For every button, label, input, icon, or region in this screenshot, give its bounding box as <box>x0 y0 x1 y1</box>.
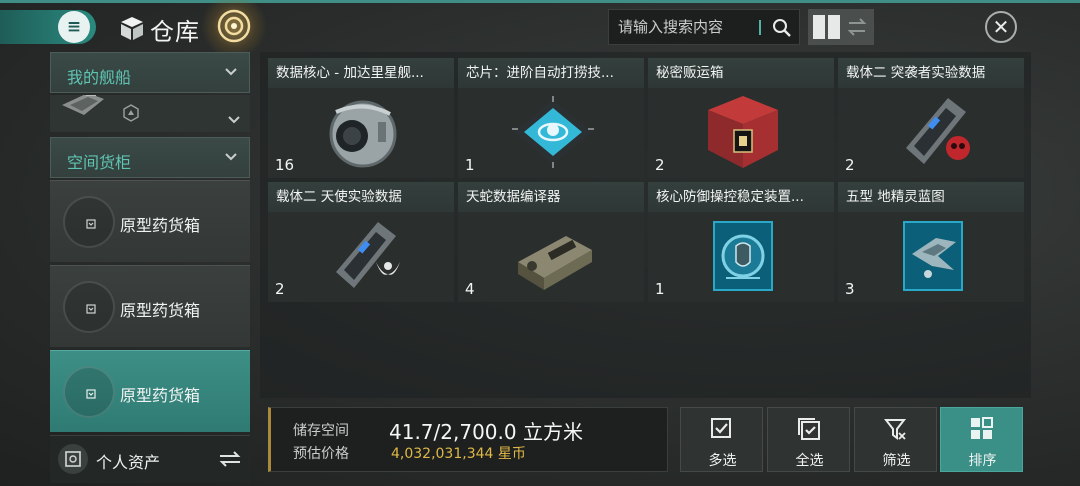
item-quantity: 2 <box>845 156 855 174</box>
search-cursor-divider <box>759 20 761 35</box>
menu-button[interactable]: ≡ <box>0 10 96 44</box>
item-card[interactable]: 载体二 天使实验数据 2 <box>268 182 454 302</box>
multi-select-icon <box>711 418 731 438</box>
section-cargo[interactable]: 空间货柜 <box>50 137 250 178</box>
ship-row[interactable] <box>50 95 250 132</box>
cargo-box-icon <box>86 304 96 314</box>
search-box[interactable] <box>608 9 800 45</box>
multi-select-button[interactable]: 多选 <box>680 407 763 472</box>
menu-icon: ≡ <box>58 11 90 43</box>
item-title: 核心防御操控稳定装置... <box>648 182 834 212</box>
item-title: 载体二 突袭者实验数据 <box>838 58 1024 88</box>
search-input[interactable] <box>609 10 759 44</box>
filter-icon <box>884 419 907 440</box>
filter-label: 筛选 <box>882 453 911 469</box>
view-toggle[interactable] <box>808 9 874 45</box>
item-card[interactable]: 天蛇数据编译器 4 <box>458 182 644 302</box>
sort-icon <box>971 417 993 439</box>
chevron-down-icon <box>225 153 237 161</box>
select-all-button[interactable]: 全选 <box>767 407 850 472</box>
item-title: 天蛇数据编译器 <box>458 182 644 212</box>
sort-button[interactable]: 排序 <box>940 407 1023 472</box>
item-card[interactable]: 五型 地精灵蓝图 3 <box>838 182 1024 302</box>
item-title: 载体二 天使实验数据 <box>268 182 454 212</box>
item-quantity: 4 <box>465 280 475 298</box>
close-icon[interactable]: ✕ <box>985 11 1017 43</box>
item-quantity: 16 <box>275 156 295 174</box>
item-quantity: 1 <box>465 156 475 174</box>
ship-badge-icon <box>123 104 139 122</box>
cargo-box-item[interactable]: 原型药货箱 <box>50 180 250 262</box>
filter-button[interactable]: 筛选 <box>854 407 937 472</box>
red-crate-icon <box>708 96 778 168</box>
item-card[interactable]: 数据核心 - 加达里星舰... 16 <box>268 58 454 178</box>
estimated-price-label: 预估价格 <box>293 446 349 462</box>
grid-view-icon[interactable] <box>813 15 841 39</box>
item-quantity: 1 <box>655 280 665 298</box>
select-all-label: 全选 <box>795 453 824 469</box>
item-card[interactable]: 秘密贩运箱 2 <box>648 58 834 178</box>
page-title: 仓库 <box>150 18 200 46</box>
personal-assets-row[interactable]: 个人资产 <box>50 435 250 483</box>
chevron-down-icon <box>228 116 240 124</box>
item-card[interactable]: 芯片：进阶自动打捞技... 1 <box>458 58 644 178</box>
sidebar: 我的舰船 空间货柜 原型药货箱 原型药货箱 原型药货箱 个人资产 <box>50 52 251 486</box>
section-my-ships-label: 我的舰船 <box>67 68 132 87</box>
data-carrier-red-skull-icon <box>906 98 970 164</box>
chevron-down-icon <box>225 68 237 76</box>
cargo-box-ring <box>63 196 115 248</box>
warehouse-cube-icon <box>121 17 143 40</box>
swap-icon[interactable] <box>218 449 242 469</box>
item-card[interactable]: 载体二 突袭者实验数据 2 <box>838 58 1024 178</box>
item-title: 五型 地精灵蓝图 <box>838 182 1024 212</box>
swap-view-icon[interactable] <box>846 16 868 38</box>
chip-icon <box>512 96 594 168</box>
estimated-price-value: 4,032,031,344 星币 <box>391 446 526 462</box>
select-all-icon <box>798 418 820 440</box>
item-quantity: 2 <box>275 280 285 298</box>
shield-blueprint-icon <box>713 221 773 291</box>
cargo-box-name: 原型药货箱 <box>120 216 201 235</box>
cargo-box-ring <box>63 281 115 333</box>
search-icon[interactable] <box>772 18 792 38</box>
item-title: 秘密贩运箱 <box>648 58 834 88</box>
sort-label: 排序 <box>968 453 997 469</box>
cargo-box-ring <box>63 366 115 418</box>
cargo-box-icon <box>86 389 96 399</box>
ship-thumbnail <box>62 95 104 115</box>
top-accent-line <box>0 0 1080 3</box>
radar-icon[interactable] <box>199 0 269 58</box>
multi-select-label: 多选 <box>708 453 737 469</box>
data-compiler-icon <box>518 236 592 290</box>
section-my-ships[interactable]: 我的舰船 <box>50 52 250 93</box>
ship-blueprint-icon <box>903 221 963 291</box>
item-quantity: 2 <box>655 156 665 174</box>
storage-summary: 储存空间 41.7/2,700.0 立方米 预估价格 4,032,031,344… <box>268 407 668 472</box>
cargo-box-item-selected[interactable]: 原型药货箱 <box>50 350 250 432</box>
data-core-sphere-icon <box>329 100 397 168</box>
cargo-box-icon <box>86 219 96 229</box>
cargo-box-name: 原型药货箱 <box>120 301 201 320</box>
item-title: 芯片：进阶自动打捞技... <box>458 58 644 88</box>
cargo-box-name: 原型药货箱 <box>120 386 201 405</box>
storage-space-value: 41.7/2,700.0 立方米 <box>389 420 583 444</box>
item-quantity: 3 <box>845 280 855 298</box>
cargo-box-item[interactable]: 原型药货箱 <box>50 265 250 347</box>
storage-space-label: 储存空间 <box>293 423 349 439</box>
item-title: 数据核心 - 加达里星舰... <box>268 58 454 88</box>
section-cargo-label: 空间货柜 <box>67 153 132 172</box>
personal-assets-label: 个人资产 <box>96 453 161 472</box>
item-card[interactable]: 核心防御操控稳定装置... 1 <box>648 182 834 302</box>
data-carrier-angel-icon <box>336 222 400 288</box>
personal-assets-icon <box>58 444 88 474</box>
